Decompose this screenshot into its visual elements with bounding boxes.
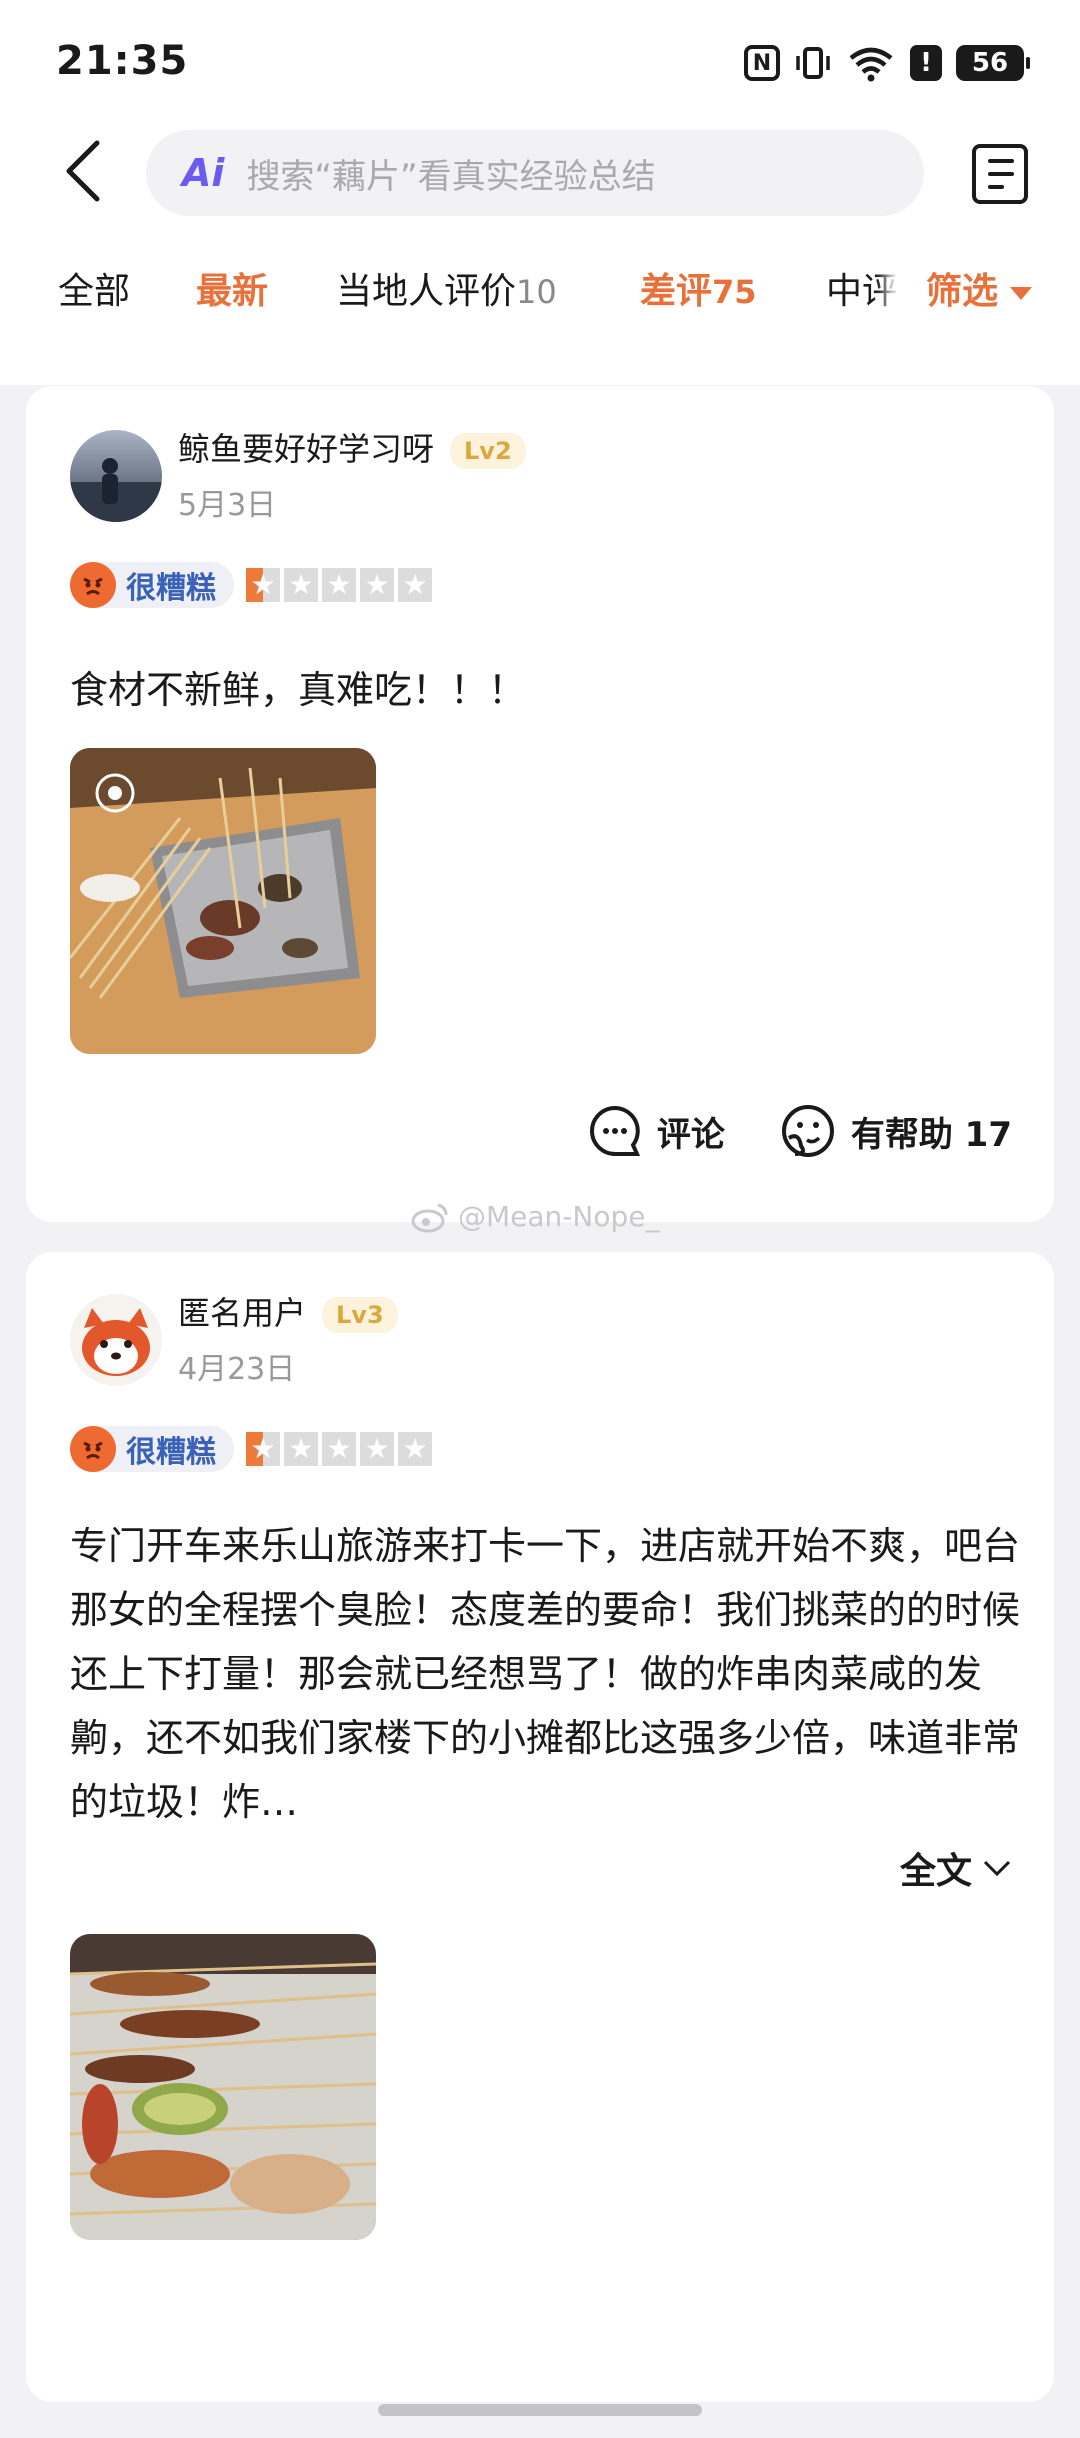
level-badge: Lv3 [322,1297,398,1333]
star-icon [322,1432,356,1466]
top-header-area: 21:35 N ! 56 Ai 搜索“藕片”看真实经验总结 全部 最新 当地人评… [0,0,1080,385]
review-date: 4月23日 [178,1352,296,1387]
avatar[interactable] [70,1294,162,1386]
star-icon [246,568,280,602]
tab-neutral[interactable]: 中评 [826,262,898,314]
nfc-icon: N [744,45,780,81]
star-rating [246,568,432,602]
fulltext-label: 全文 [899,1851,972,1892]
comment-label: 评论 [656,1114,725,1155]
helpful-label: 有帮助 17 [850,1114,1012,1155]
ai-icon: Ai [182,151,225,195]
helpful-button[interactable]: 有帮助 17 [779,1102,1012,1160]
watermark: @Mean-Nope_ [410,1200,659,1233]
back-arrow-icon [66,140,100,202]
review-card: 匿名用户 Lv3 4月23日 很糟糕 专门开车来乐山旅游来打卡一下，进店就开始不爽… [26,1252,1054,2402]
menu-document-icon[interactable] [972,144,1028,204]
filter-button[interactable]: 筛选 [896,262,1080,342]
rating-label: 很糟糕 [126,571,216,606]
alert-icon: ! [910,45,942,81]
tab-label: 差评 [640,271,713,312]
weibo-logo-icon [411,1203,448,1232]
review-text[interactable]: 专门开车来乐山旅游来打卡一下，进店就开始不爽，吧台那女的全程摆个臭脸！态度差的要… [70,1514,1020,1834]
tab-local-reviews[interactable]: 当地人评价10 [336,262,557,314]
rating-pill: 很糟糕 [70,1426,234,1472]
tab-count: 10 [516,273,557,311]
comment-button[interactable]: 评论 [587,1103,725,1159]
wifi-icon [846,44,896,82]
username[interactable]: 匿名用户 [178,1294,306,1332]
star-icon [360,568,394,602]
review-photo[interactable] [70,748,376,1054]
review-photo[interactable] [70,1934,376,2240]
angry-face-icon [70,1426,116,1472]
tab-label: 当地人评价 [336,271,517,312]
star-icon [322,568,356,602]
tab-negative[interactable]: 差评75 [640,262,757,314]
review-actions: 评论 有帮助 17 [587,1102,1012,1160]
level-badge: Lv2 [450,433,526,469]
back-button[interactable] [48,136,118,206]
star-icon [246,1432,280,1466]
star-rating [246,1432,432,1466]
fulltext-button[interactable]: 全文 [900,1842,1012,1894]
star-icon [360,1432,394,1466]
helpful-face-icon [781,1105,834,1157]
rating: 很糟糕 [70,562,432,608]
review-card: 鲸鱼要好好学习呀 Lv2 5月3日 很糟糕 食材不新鲜，真难吃！！！ [26,386,1054,1222]
filter-label: 筛选 [926,271,999,312]
status-bar: 21:35 N ! 56 [0,0,1080,120]
battery-icon: 56 [956,45,1030,81]
watermark-text: @Mean-Nope_ [458,1200,660,1233]
status-time: 21:35 [56,38,189,84]
star-icon [398,1432,432,1466]
star-icon [398,568,432,602]
battery-level: 56 [971,48,1009,78]
tab-label: 最新 [196,271,269,312]
username[interactable]: 鲸鱼要好好学习呀 [178,430,434,468]
review-text[interactable]: 食材不新鲜，真难吃！！！ [70,658,1020,722]
tab-count: 75 [712,273,757,311]
tab-label: 全部 [58,271,131,312]
tab-label: 中评 [826,271,899,312]
username-row: 匿名用户 Lv3 [178,1288,398,1334]
vibrate-icon [794,44,832,82]
caret-down-icon [1010,286,1033,300]
search-placeholder: 搜索“藕片”看真实经验总结 [246,156,656,197]
angry-face-icon [70,562,116,608]
review-date: 5月3日 [178,488,277,523]
rating: 很糟糕 [70,1426,432,1472]
rating-pill: 很糟糕 [70,562,234,608]
status-icons: N ! 56 [744,44,1030,82]
chevron-down-icon [983,1860,1011,1877]
tab-all[interactable]: 全部 [58,262,130,314]
search-input[interactable]: Ai 搜索“藕片”看真实经验总结 [146,130,924,216]
comment-icon [589,1105,640,1156]
avatar[interactable] [70,430,162,522]
star-icon [284,568,318,602]
rating-label: 很糟糕 [126,1435,216,1470]
username-row: 鲸鱼要好好学习呀 Lv2 [178,424,526,470]
tab-latest[interactable]: 最新 [196,262,268,314]
star-icon [284,1432,318,1466]
home-indicator[interactable] [378,2404,702,2416]
